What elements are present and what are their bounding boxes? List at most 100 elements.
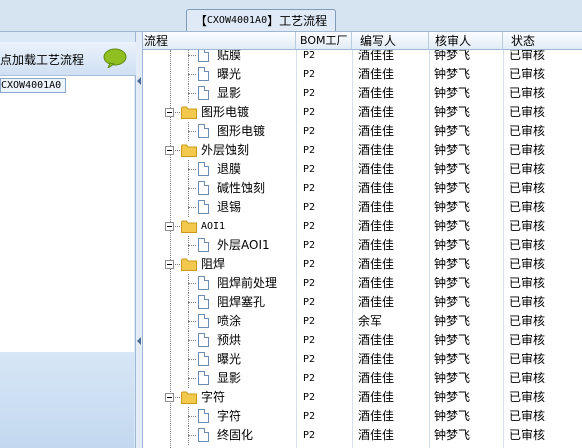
- reviewer-cell: 钟梦飞: [434, 257, 471, 271]
- table-row[interactable]: 显影 P2 酒佳佳 钟梦飞 已审核: [143, 84, 582, 103]
- table-row[interactable]: 字符 P2 酒佳佳 钟梦飞 已审核: [143, 407, 582, 426]
- table-row[interactable]: 图形电镀 P2 酒佳佳 钟梦飞 已审核: [143, 122, 582, 141]
- table-row[interactable]: 碱性蚀刻 P2 酒佳佳 钟梦飞 已审核: [143, 179, 582, 198]
- process-step-name: 碱性蚀刻: [217, 181, 266, 195]
- table-row[interactable]: AOI1 P2 酒佳佳 钟梦飞 已审核: [143, 217, 582, 236]
- folder-icon: [181, 391, 197, 404]
- table-row[interactable]: 贴膜 P2 酒佳佳 钟梦飞 已审核: [143, 50, 582, 65]
- status-cell: 已审核: [509, 295, 546, 309]
- collapse-toggle-icon[interactable]: [165, 393, 174, 402]
- column-header-writer[interactable]: 编写人: [352, 32, 429, 50]
- bom-cell: P2: [303, 145, 316, 156]
- reviewer-cell: 钟梦飞: [434, 124, 471, 138]
- table-row[interactable]: 喷涂 P2 余军 钟梦飞 已审核: [143, 312, 582, 331]
- table-row[interactable]: 字符 P2 酒佳佳 钟梦飞 已审核: [143, 388, 582, 407]
- collapse-arrow-icon[interactable]: [137, 77, 141, 85]
- table-row[interactable]: 终固化 P2 酒佳佳 钟梦飞 已审核: [143, 426, 582, 445]
- writer-cell: 酒佳佳: [358, 409, 395, 423]
- bom-cell: P2: [303, 240, 316, 251]
- column-header-bom[interactable]: BOM工厂: [296, 32, 352, 50]
- process-step-name: 曝光: [217, 67, 242, 81]
- tree-connector: [188, 321, 196, 322]
- tree-connector: [188, 55, 196, 56]
- title-code: CXOW4001A0: [206, 15, 268, 26]
- table-row[interactable]: 阻焊前处理 P2 酒佳佳 钟梦飞 已审核: [143, 274, 582, 293]
- writer-cell: 酒佳佳: [358, 143, 395, 157]
- collapse-toggle-icon[interactable]: [165, 146, 174, 155]
- table-row[interactable]: 曝光 P2 酒佳佳 钟梦飞 已审核: [143, 350, 582, 369]
- column-header-status[interactable]: 状态: [503, 32, 582, 50]
- column-header-process[interactable]: 流程: [143, 32, 296, 50]
- grid-header: 流程 BOM工厂 编写人 核审人 状态: [143, 32, 582, 50]
- table-row[interactable]: 预烘 P2 酒佳佳 钟梦飞 已审核: [143, 331, 582, 350]
- process-step-name: 退锡: [217, 200, 242, 214]
- writer-cell: 酒佳佳: [358, 181, 395, 195]
- writer-cell: 酒佳佳: [358, 257, 395, 271]
- reviewer-cell: 钟梦飞: [434, 390, 471, 404]
- table-row[interactable]: 退膜 P2 酒佳佳 钟梦飞 已审核: [143, 160, 582, 179]
- window-title-tab[interactable]: 【 CXOW4001A0 】工艺流程: [186, 9, 336, 31]
- table-row[interactable]: 阻焊 P2 酒佳佳 钟梦飞 已审核: [143, 255, 582, 274]
- writer-cell: 酒佳佳: [358, 428, 395, 442]
- reviewer-cell: 钟梦飞: [434, 352, 471, 366]
- status-cell: 已审核: [509, 314, 546, 328]
- document-icon: [198, 200, 209, 214]
- panel-splitter[interactable]: [136, 32, 143, 448]
- bom-cell: P2: [303, 373, 316, 384]
- folder-icon: [181, 220, 197, 233]
- process-group-name: 字符: [201, 390, 226, 404]
- document-icon: [198, 238, 209, 252]
- collapse-toggle-icon[interactable]: [165, 222, 174, 231]
- process-grid: 流程 BOM工厂 编写人 核审人 状态 贴膜 P2 酒佳佳 钟梦飞 已审核 曝光 P2 酒佳佳…: [143, 32, 582, 448]
- column-header-reviewer[interactable]: 核审人: [429, 32, 503, 50]
- status-cell: 已审核: [509, 333, 546, 347]
- table-row[interactable]: 曝光 P2 酒佳佳 钟梦飞 已审核: [143, 65, 582, 84]
- reviewer-cell: 钟梦飞: [434, 105, 471, 119]
- table-row[interactable]: 阻焊塞孔 P2 酒佳佳 钟梦飞 已审核: [143, 293, 582, 312]
- status-cell: 已审核: [509, 219, 546, 233]
- status-cell: 已审核: [509, 200, 546, 214]
- tree-connector: [188, 302, 196, 303]
- bom-cell: P2: [303, 316, 316, 327]
- process-step-name: 喷涂: [217, 314, 242, 328]
- bom-cell: P2: [303, 297, 316, 308]
- status-cell: 已审核: [509, 390, 546, 404]
- writer-cell: 酒佳佳: [358, 50, 395, 62]
- collapse-toggle-icon[interactable]: [165, 260, 174, 269]
- process-step-name: 外层AOI1: [217, 238, 270, 252]
- writer-cell: 酒佳佳: [358, 162, 395, 176]
- title-prefix: 【: [194, 14, 207, 28]
- table-row[interactable]: 退锡 P2 酒佳佳 钟梦飞 已审核: [143, 198, 582, 217]
- collapse-toggle-icon[interactable]: [165, 108, 174, 117]
- writer-cell: 酒佳佳: [358, 86, 395, 100]
- status-cell: 已审核: [509, 409, 546, 423]
- status-cell: 已审核: [509, 86, 546, 100]
- order-tree: CXOW4001A0: [0, 76, 134, 352]
- reviewer-cell: 钟梦飞: [434, 371, 471, 385]
- top-title-bar: 【 CXOW4001A0 】工艺流程: [0, 0, 582, 32]
- process-step-name: 退膜: [217, 162, 242, 176]
- bom-cell: P2: [303, 183, 316, 194]
- writer-cell: 酒佳佳: [358, 219, 395, 233]
- reviewer-cell: 钟梦飞: [434, 295, 471, 309]
- table-row[interactable]: 显影 P2 酒佳佳 钟梦飞 已审核: [143, 369, 582, 388]
- table-row[interactable]: 外层AOI1 P2 酒佳佳 钟梦飞 已审核: [143, 236, 582, 255]
- folder-icon: [181, 258, 197, 271]
- bom-cell: P2: [303, 354, 316, 365]
- writer-cell: 酒佳佳: [358, 276, 395, 290]
- status-cell: 已审核: [509, 143, 546, 157]
- document-icon: [198, 428, 209, 442]
- document-icon: [198, 181, 209, 195]
- reviewer-cell: 钟梦飞: [434, 238, 471, 252]
- process-step-name: 显影: [217, 371, 242, 385]
- table-row[interactable]: 图形电镀 P2 酒佳佳 钟梦飞 已审核: [143, 103, 582, 122]
- collapse-arrow-icon[interactable]: [137, 337, 141, 345]
- writer-cell: 酒佳佳: [358, 67, 395, 81]
- table-row[interactable]: 外层蚀刻 P2 酒佳佳 钟梦飞 已审核: [143, 141, 582, 160]
- order-item[interactable]: CXOW4001A0: [0, 78, 67, 93]
- tree-connector: [188, 74, 196, 75]
- document-icon: [198, 409, 209, 423]
- reviewer-cell: 钟梦飞: [434, 428, 471, 442]
- chat-bubble-icon[interactable]: [103, 48, 127, 68]
- writer-cell: 酒佳佳: [358, 105, 395, 119]
